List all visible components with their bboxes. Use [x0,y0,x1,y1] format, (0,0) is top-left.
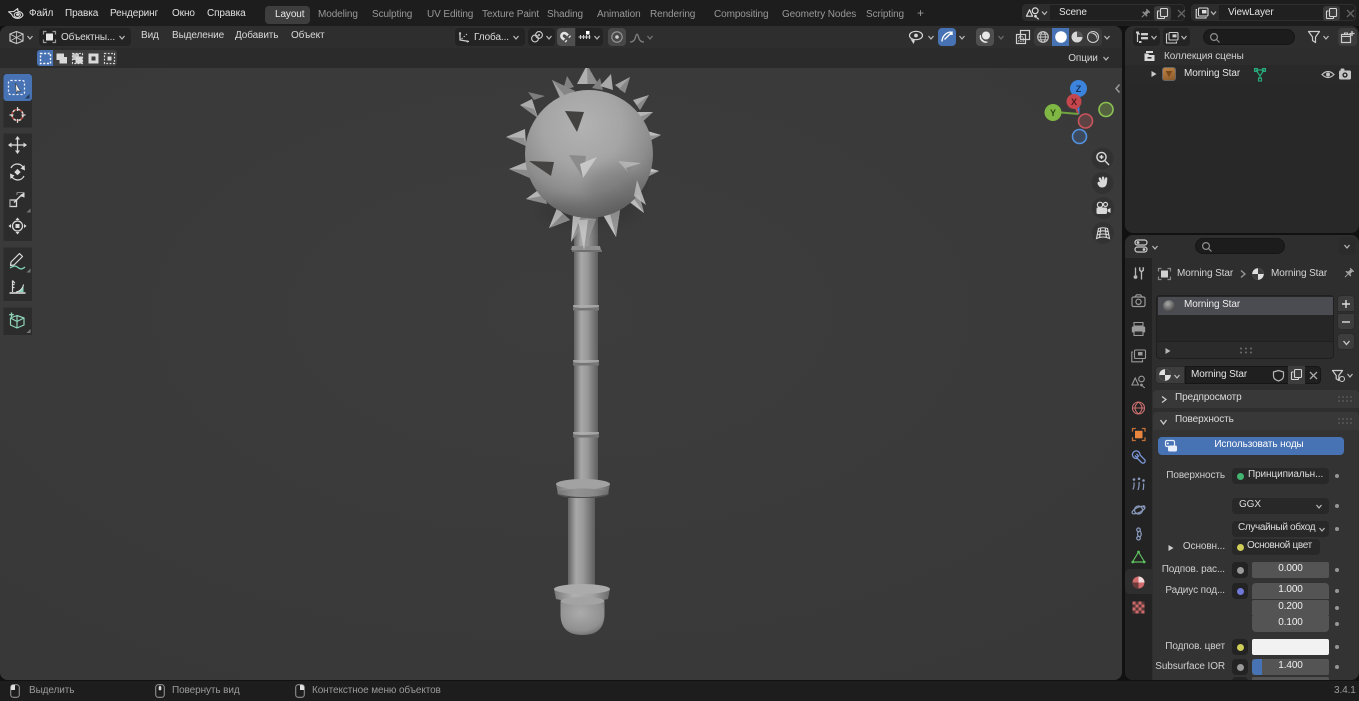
svg-text:Y: Y [1050,108,1056,118]
svg-text:X: X [1071,97,1077,107]
svg-text:Z: Z [1076,84,1082,94]
